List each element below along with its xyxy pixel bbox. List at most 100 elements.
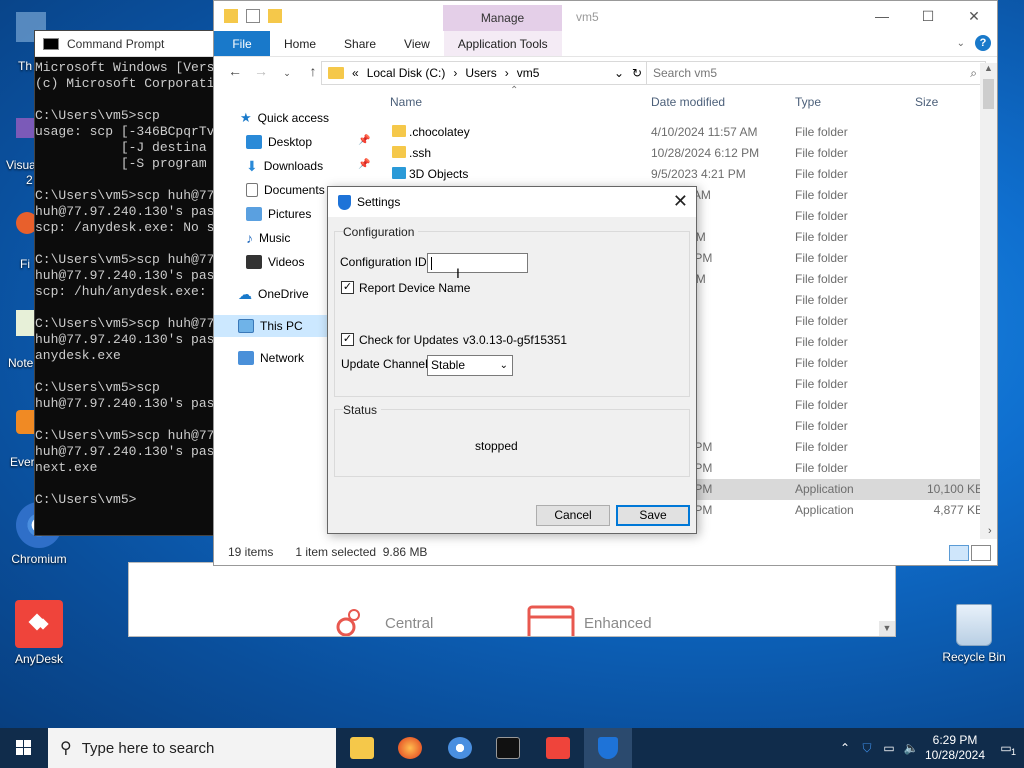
notifications-icon[interactable]: ▭ 1 bbox=[988, 741, 1024, 757]
large-icons-view-icon[interactable] bbox=[971, 545, 991, 561]
properties-icon[interactable] bbox=[246, 9, 260, 23]
network-icon bbox=[238, 351, 254, 365]
details-view-icon[interactable] bbox=[949, 545, 969, 561]
chevron-right-icon: › bbox=[453, 66, 458, 80]
settings-dialog[interactable]: Settings ✕ Configuration Configuration I… bbox=[327, 186, 697, 534]
breadcrumb-local-disk[interactable]: Local Disk (C:) bbox=[367, 66, 446, 80]
search-icon: ⌕ bbox=[970, 66, 977, 80]
close-icon[interactable]: ✕ bbox=[673, 191, 688, 212]
tab-home[interactable]: Home bbox=[270, 31, 330, 56]
cmd-titlebar[interactable]: Command Prompt bbox=[35, 31, 223, 57]
new-folder-icon[interactable] bbox=[268, 9, 282, 23]
expand-ribbon-icon[interactable]: ⌄ bbox=[957, 38, 965, 49]
firefox-icon bbox=[398, 737, 422, 759]
clock[interactable]: 6:29 PM 10/28/2024 bbox=[922, 733, 988, 763]
cell-type: File folder bbox=[795, 461, 848, 475]
nav-videos[interactable]: Videos bbox=[246, 251, 304, 273]
cmd-title: Command Prompt bbox=[67, 36, 165, 51]
minimize-icon[interactable]: — bbox=[859, 1, 905, 31]
pin-icon[interactable]: 📌 bbox=[358, 159, 370, 170]
update-channel-select[interactable]: Stable ⌄ bbox=[427, 355, 513, 376]
scroll-down-icon[interactable]: ▼ bbox=[879, 621, 895, 636]
column-type[interactable]: Type bbox=[795, 95, 821, 109]
nav-music[interactable]: ♪ Music bbox=[246, 227, 290, 249]
tab-manage[interactable]: Manage bbox=[443, 5, 562, 31]
notepad-icon[interactable] bbox=[16, 310, 36, 336]
save-button[interactable]: Save bbox=[616, 505, 690, 526]
computer-icon bbox=[238, 319, 254, 333]
start-button[interactable] bbox=[0, 728, 48, 768]
table-row[interactable]: .ssh 10/28/2024 6:12 PM File folder bbox=[384, 143, 985, 164]
breadcrumb-users[interactable]: Users bbox=[465, 66, 496, 80]
tab-view[interactable]: View bbox=[390, 31, 444, 56]
cell-name: 3D Objects bbox=[409, 167, 469, 181]
chevron-up-icon[interactable]: ⌃ bbox=[834, 741, 856, 755]
anydesk-window[interactable]: Central Enhanced ▼ bbox=[128, 562, 896, 637]
scroll-up-icon[interactable]: ▲ bbox=[984, 63, 993, 73]
taskbar-command-prompt[interactable] bbox=[484, 728, 532, 768]
nav-desktop[interactable]: Desktop bbox=[246, 131, 312, 153]
table-row[interactable]: 3D Objects 9/5/2023 4:21 PM File folder bbox=[384, 164, 985, 185]
recent-icon[interactable]: ⌄ bbox=[276, 63, 298, 83]
status-value: stopped bbox=[475, 439, 518, 453]
config-id-input[interactable] bbox=[427, 253, 528, 273]
forward-icon[interactable]: → bbox=[250, 63, 272, 83]
check-for-updates-checkbox[interactable]: ✓ bbox=[341, 333, 354, 346]
chevron-down-icon[interactable]: ⌄ bbox=[614, 66, 624, 80]
scroll-right-icon[interactable]: › bbox=[988, 525, 992, 537]
desktop-icon-anydesk[interactable]: AnyDesk bbox=[3, 600, 75, 666]
shield-tray-icon[interactable]: ⛉ bbox=[856, 741, 878, 756]
cancel-button[interactable]: Cancel bbox=[536, 505, 610, 526]
column-size[interactable]: Size bbox=[915, 95, 938, 109]
taskbar-settings-app[interactable] bbox=[584, 728, 632, 768]
tab-application-tools[interactable]: Application Tools bbox=[443, 31, 562, 56]
breadcrumb-vm5[interactable]: vm5 bbox=[517, 66, 540, 80]
nav-this-pc[interactable]: This PC bbox=[214, 315, 328, 337]
vertical-scrollbar[interactable]: ▲ bbox=[980, 63, 997, 539]
refresh-icon[interactable]: ↻ bbox=[632, 66, 642, 80]
breadcrumb-overflow-icon[interactable]: « bbox=[352, 66, 359, 80]
table-row[interactable]: .chocolatey 4/10/2024 11:57 AM File folder bbox=[384, 122, 985, 143]
nav-documents[interactable]: Documents bbox=[246, 179, 325, 201]
nav-quick-access[interactable]: ★ Quick access bbox=[240, 107, 329, 129]
nav-downloads[interactable]: ⬇ Downloads bbox=[246, 155, 323, 177]
maximize-icon[interactable]: ☐ bbox=[905, 1, 951, 31]
taskbar-chromium[interactable] bbox=[436, 728, 484, 768]
tab-file[interactable]: File bbox=[214, 31, 270, 56]
ribbon-tabs: File Home Share View Application Tools ⌄… bbox=[214, 31, 997, 57]
visual-studio-icon[interactable] bbox=[16, 118, 36, 138]
dialog-titlebar[interactable]: Settings ✕ bbox=[328, 187, 696, 217]
scrollbar-thumb[interactable] bbox=[983, 79, 994, 109]
network-icon[interactable]: ▭ bbox=[878, 741, 900, 755]
column-date-modified[interactable]: Date modified bbox=[651, 95, 725, 109]
central-icon bbox=[336, 609, 360, 636]
taskbar: ⚲ Type here to search ⌃ ⛉ ▭ 🔈 6:29 PM 10… bbox=[0, 728, 1024, 768]
close-icon[interactable]: ✕ bbox=[951, 1, 997, 31]
command-prompt-window[interactable]: Command Prompt Microsoft Windows [Vers (… bbox=[34, 30, 224, 536]
window-controls: — ☐ ✕ bbox=[859, 1, 997, 31]
cell-type: Application bbox=[795, 503, 854, 517]
nav-pictures[interactable]: Pictures bbox=[246, 203, 311, 225]
search-input[interactable]: Search vm5 ⌕ bbox=[646, 61, 986, 85]
cell-type: File folder bbox=[795, 335, 848, 349]
help-icon[interactable]: ? bbox=[975, 35, 991, 51]
tab-share[interactable]: Share bbox=[330, 31, 390, 56]
column-name[interactable]: Name bbox=[390, 95, 422, 109]
pin-icon[interactable]: 📌 bbox=[358, 135, 370, 146]
anydesk-icon bbox=[546, 737, 570, 759]
taskbar-file-explorer[interactable] bbox=[338, 728, 386, 768]
taskbar-anydesk[interactable] bbox=[534, 728, 582, 768]
cell-date: 9/5/2023 4:21 PM bbox=[651, 167, 746, 181]
cmd-output[interactable]: Microsoft Windows [Vers (c) Microsoft Co… bbox=[35, 57, 223, 535]
address-bar[interactable]: « Local Disk (C:) › Users › vm5 ⌄ ↻ bbox=[321, 61, 647, 85]
nav-network[interactable]: Network bbox=[238, 347, 304, 369]
back-icon[interactable]: ← bbox=[224, 63, 246, 83]
taskbar-search-input[interactable]: ⚲ Type here to search bbox=[48, 728, 336, 768]
cell-name: .ssh bbox=[409, 146, 432, 160]
explorer-titlebar[interactable]: Manage vm5 — ☐ ✕ bbox=[214, 1, 997, 31]
report-device-name-checkbox[interactable]: ✓ bbox=[341, 281, 354, 294]
nav-onedrive[interactable]: ☁ OneDrive bbox=[238, 283, 309, 305]
desktop-icon-recycle-bin[interactable]: Recycle Bin bbox=[938, 604, 1010, 664]
volume-muted-icon[interactable]: 🔈 bbox=[900, 741, 922, 755]
taskbar-firefox[interactable] bbox=[386, 728, 434, 768]
